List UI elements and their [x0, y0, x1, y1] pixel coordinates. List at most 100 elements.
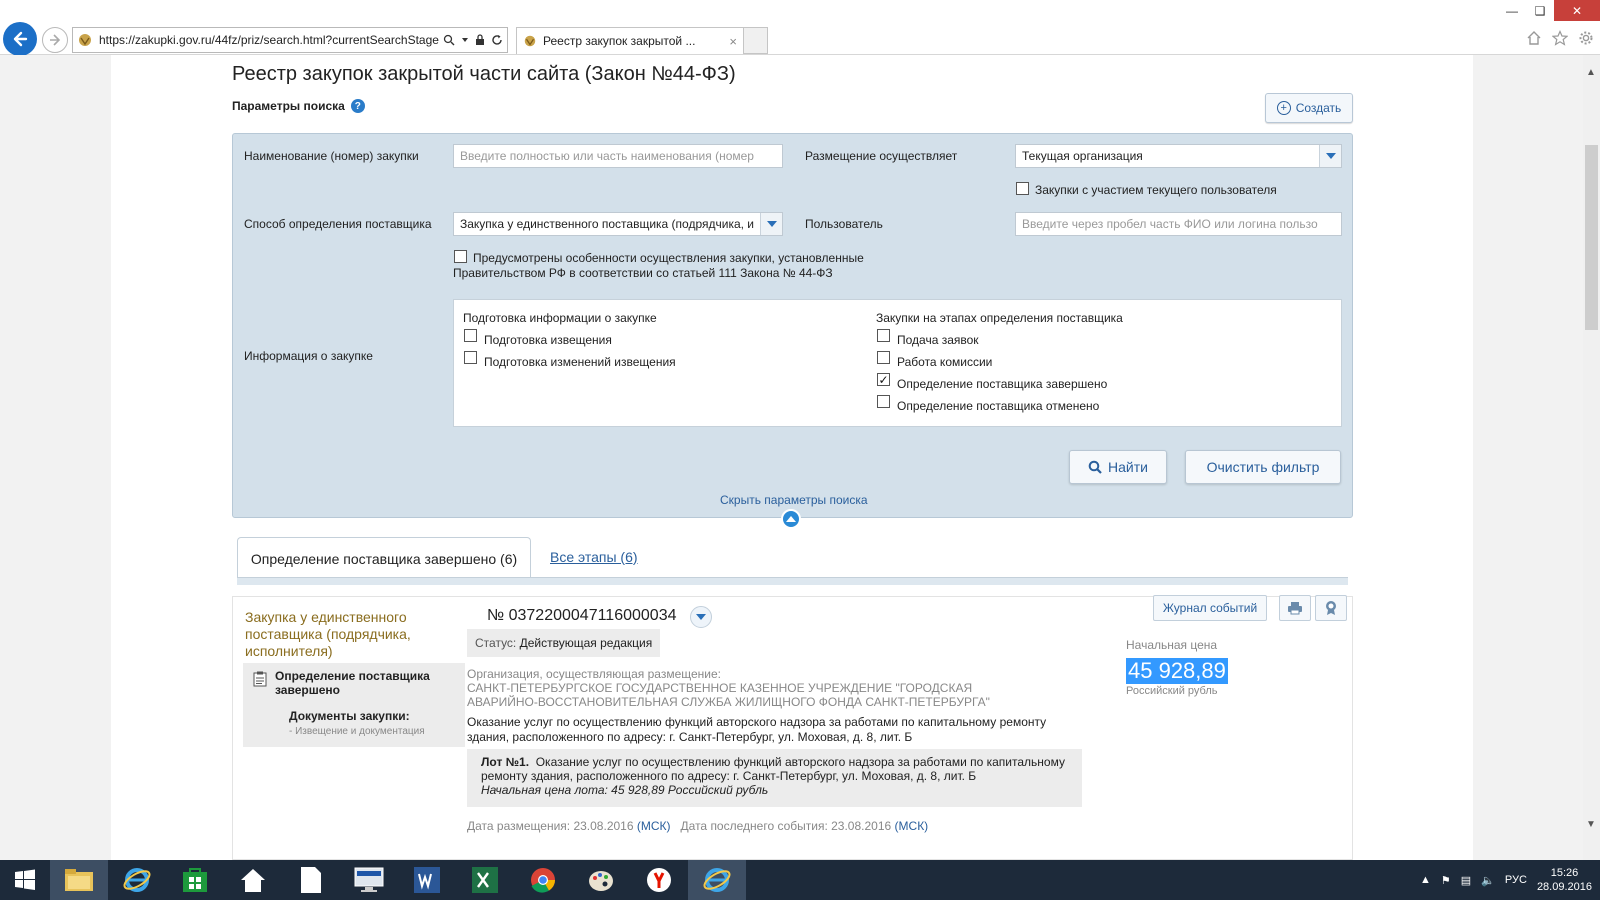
clear-filter-button[interactable]: Очистить фильтр [1185, 450, 1341, 484]
taskbar-word[interactable] [398, 860, 456, 900]
show-hidden-icons-icon[interactable]: ▲ [1420, 874, 1431, 886]
status-value: Действующая редакция [519, 636, 653, 650]
procurement-info-label: Информация о закупке [244, 349, 373, 363]
speaker-icon[interactable]: 🔈 [1481, 874, 1495, 887]
hide-search-params-link[interactable]: Скрыть параметры поиска [720, 493, 868, 507]
dates-line: Дата размещения: 23.08.2016 (МСК) Дата п… [467, 819, 928, 833]
procurement-name-input[interactable]: Введите полностью или часть наименования… [453, 144, 783, 168]
print-button[interactable] [1279, 595, 1311, 621]
scroll-down-icon[interactable]: ▼ [1586, 819, 1596, 830]
organization-name[interactable]: САНКТ-ПЕТЕРБУРГСКОЕ ГОСУДАРСТВЕННОЕ КАЗЕ… [467, 681, 1027, 709]
initial-price-value: 45 928,89 [1126, 658, 1228, 684]
taskbar-ie-active[interactable] [688, 860, 746, 900]
chevron-down-icon[interactable] [1319, 145, 1341, 167]
refresh-icon[interactable] [491, 34, 503, 46]
window-controls: — ❑ ✕ [1498, 0, 1600, 21]
help-icon[interactable]: ? [350, 99, 365, 113]
taskbar-explorer[interactable] [50, 860, 108, 900]
settings-gear-icon[interactable] [1578, 30, 1594, 46]
placement-select-value: Текущая организация [1022, 149, 1143, 163]
close-window-button[interactable]: ✕ [1554, 0, 1600, 21]
procurement-type: Закупка у единственного поставщика (подр… [245, 609, 411, 659]
taskbar-store[interactable] [166, 860, 224, 900]
prep-notice-checkbox[interactable] [464, 329, 477, 342]
taskbar-home[interactable] [224, 860, 282, 900]
special-features-checkbox[interactable] [454, 250, 467, 263]
taskbar-yandex[interactable] [630, 860, 688, 900]
language-indicator[interactable]: РУС [1505, 874, 1527, 886]
tab-all-stages[interactable]: Все этапы (6) [550, 549, 638, 565]
stage-commission-checkbox[interactable] [877, 351, 890, 364]
taskbar-chrome[interactable] [514, 860, 572, 900]
collapse-chevron-up-icon[interactable] [781, 509, 801, 529]
back-button[interactable] [3, 22, 37, 56]
taskbar-lenovo[interactable] [340, 860, 398, 900]
certificate-button[interactable] [1315, 595, 1347, 621]
store-icon [183, 868, 207, 892]
favorites-star-icon[interactable] [1552, 30, 1568, 46]
search-icon [1088, 460, 1102, 474]
scroll-up-icon[interactable]: ▲ [1586, 67, 1596, 78]
procurement-info-box: Подготовка информации о закупке Подготов… [453, 299, 1342, 427]
user-participation-label: Закупки с участием текущего пользователя [1035, 183, 1277, 197]
tab-completed[interactable]: Определение поставщика завершено (6) [237, 537, 531, 579]
stage-box: Определение поставщика завершено Докумен… [243, 663, 465, 747]
restore-button[interactable]: ❑ [1526, 0, 1554, 21]
lock-icon[interactable] [475, 34, 485, 46]
documents-link[interactable]: - Извещение и документация [289, 726, 425, 737]
search-panel: Наименование (номер) закупки Введите пол… [232, 133, 1353, 518]
user-input[interactable]: Введите через пробел часть ФИО или логин… [1015, 212, 1342, 236]
procurement-number[interactable]: № 0372200047116000034 [487, 607, 677, 625]
address-bar[interactable]: https://zakupki.gov.ru/44fz/priz/search.… [72, 27, 508, 53]
windows-logo-icon [15, 869, 35, 890]
search-icon[interactable] [443, 34, 455, 46]
close-tab-icon[interactable]: × [729, 34, 737, 49]
home-icon[interactable] [1526, 30, 1542, 46]
chevron-down-icon[interactable] [461, 36, 469, 44]
page-title: Реестр закупок закрытой части сайта (Зак… [232, 63, 736, 85]
chrome-icon [531, 868, 556, 893]
stage-applications-checkbox[interactable] [877, 329, 890, 342]
placement-select[interactable]: Текущая организация [1015, 144, 1342, 168]
taskbar-excel[interactable] [456, 860, 514, 900]
lot-box: Лот №1. Оказание услуг по осуществлению … [467, 749, 1082, 807]
vertical-scrollbar[interactable]: ▲ ▼ [1583, 55, 1600, 860]
organization-label: Организация, осуществляющая размещение: [467, 667, 721, 681]
taskbar-ie[interactable] [108, 860, 166, 900]
procurement-card: Закупка у единственного поставщика (подр… [232, 595, 1353, 860]
clock-time: 15:26 [1550, 867, 1579, 879]
stage-completed-checkbox[interactable] [877, 373, 890, 386]
search-params-title: Параметры поиска ? [232, 99, 365, 113]
prep-changes-checkbox[interactable] [464, 351, 477, 364]
clock[interactable]: 15:26 28.09.2016 [1537, 866, 1592, 894]
url-text[interactable]: https://zakupki.gov.ru/44fz/priz/search.… [99, 33, 439, 47]
chevron-down-icon[interactable] [760, 213, 782, 235]
expand-chevron-down-icon[interactable] [690, 606, 712, 628]
lot-number: Лот №1. [481, 755, 530, 769]
browser-tab[interactable]: Реестр закупок закрытой ... × [516, 27, 744, 54]
taskbar-document[interactable] [282, 860, 340, 900]
network-icon[interactable]: ▤ [1461, 874, 1471, 887]
stages-group-title: Закупки на этапах определения поставщика [876, 311, 1123, 325]
stage-cancelled-checkbox[interactable] [877, 395, 890, 408]
award-badge-icon [1326, 601, 1336, 615]
minimize-button[interactable]: — [1498, 0, 1526, 21]
system-tray: ▲ ⚑ ▤ 🔈 РУС 15:26 28.09.2016 [1420, 860, 1592, 900]
clock-date: 28.09.2016 [1536, 881, 1592, 893]
supplier-method-select[interactable]: Закупка у единственного поставщика (подр… [453, 212, 783, 236]
lot-description: Оказание услуг по осуществлению функций … [481, 755, 1065, 783]
taskbar-paint[interactable] [572, 860, 630, 900]
forward-button[interactable] [42, 27, 68, 53]
find-button[interactable]: Найти [1069, 450, 1167, 484]
event-journal-button[interactable]: Журнал событий [1153, 595, 1267, 621]
create-button[interactable]: + Создать [1265, 93, 1353, 123]
printer-icon [1288, 602, 1302, 615]
stage-title: Определение поставщика завершено [275, 669, 430, 697]
start-button[interactable] [0, 860, 50, 900]
address-tools [443, 34, 503, 46]
internet-explorer-icon [703, 868, 731, 892]
flag-icon[interactable]: ⚑ [1441, 874, 1451, 887]
new-tab-button[interactable] [744, 27, 768, 54]
user-participation-checkbox[interactable] [1016, 182, 1029, 195]
scrollbar-thumb[interactable] [1585, 145, 1598, 330]
